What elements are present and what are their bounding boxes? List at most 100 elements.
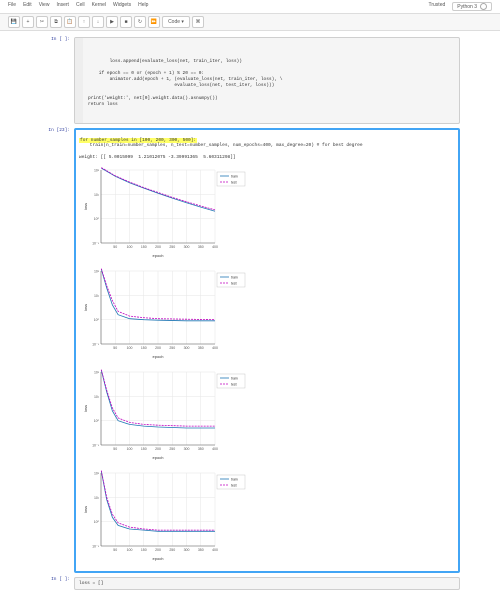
svg-text:350: 350 — [198, 447, 204, 451]
output-charts: 50 100 150 200 250 300 350 400 10⁻¹ 10⁰ 10¹ 10² epo… — [79, 164, 455, 562]
svg-text:200: 200 — [155, 245, 161, 249]
code-line: train(n_train=number_samples, n_test=num… — [79, 143, 363, 148]
code-input[interactable]: for number_samples in [100, 200, 300, 50… — [79, 133, 455, 153]
svg-text:10⁰: 10⁰ — [94, 419, 100, 423]
svg-text:epoch: epoch — [153, 556, 164, 561]
svg-text:train: train — [231, 477, 238, 481]
paste-button[interactable]: 📋 — [64, 16, 76, 28]
input-prompt: In [ ]: — [40, 577, 74, 590]
svg-text:350: 350 — [198, 245, 204, 249]
svg-text:150: 150 — [141, 346, 147, 350]
svg-text:10¹: 10¹ — [94, 294, 100, 298]
code-cell-running: In [23]: for number_samples in [100, 200… — [40, 128, 460, 573]
svg-text:10²: 10² — [94, 168, 100, 172]
kernel-name[interactable]: Python 3 — [452, 2, 492, 11]
cut-button[interactable]: ✂ — [36, 16, 48, 28]
code-input[interactable]: loss = [] — [74, 577, 460, 590]
svg-text:10⁻¹: 10⁻¹ — [92, 544, 100, 548]
kernel-status-icon — [480, 3, 487, 10]
svg-text:10⁻¹: 10⁻¹ — [92, 443, 100, 447]
toolbar: 💾 + ✂ ⧉ 📋 ↑ ↓ ▶ ■ ↻ ⏩ Code ▾ ⌘ — [0, 14, 500, 31]
svg-text:epoch: epoch — [153, 455, 164, 460]
svg-text:train: train — [231, 174, 238, 178]
loss-chart-2: 5010015020025030035040010⁻¹10⁰10¹10² epo… — [79, 265, 249, 360]
trusted-indicator: Trusted — [428, 2, 445, 11]
move-down-button[interactable]: ↓ — [92, 16, 104, 28]
code-cell: In [ ]: loss = [] — [40, 577, 460, 590]
svg-text:300: 300 — [184, 346, 190, 350]
svg-text:200: 200 — [155, 447, 161, 451]
svg-text:250: 250 — [169, 245, 175, 249]
menu-edit[interactable]: Edit — [23, 2, 32, 11]
svg-text:loss: loss — [83, 405, 88, 412]
stop-button[interactable]: ■ — [120, 16, 132, 28]
svg-text:epoch: epoch — [153, 253, 164, 258]
svg-text:300: 300 — [184, 447, 190, 451]
menu-widgets[interactable]: Widgets — [113, 2, 131, 11]
loss-chart-1: 5010015020025030035040010⁻¹10⁰10¹10² epo… — [79, 164, 249, 259]
menu-file[interactable]: File — [8, 2, 16, 11]
svg-text:10²: 10² — [94, 370, 100, 374]
svg-text:loss: loss — [83, 203, 88, 210]
menu-help[interactable]: Help — [138, 2, 148, 11]
svg-text:350: 350 — [198, 548, 204, 552]
svg-text:epoch: epoch — [153, 354, 164, 359]
restart-run-all-button[interactable]: ⏩ — [148, 16, 160, 28]
svg-text:test: test — [231, 382, 237, 386]
menu-kernel[interactable]: Kernel — [92, 2, 106, 11]
svg-text:150: 150 — [141, 548, 147, 552]
save-button[interactable]: 💾 — [8, 16, 20, 28]
svg-text:350: 350 — [198, 346, 204, 350]
svg-text:100: 100 — [127, 447, 133, 451]
svg-text:10⁰: 10⁰ — [94, 520, 100, 524]
cell-type-select[interactable]: Code ▾ — [162, 16, 190, 28]
svg-text:10⁰: 10⁰ — [94, 318, 100, 322]
move-up-button[interactable]: ↑ — [78, 16, 90, 28]
restart-button[interactable]: ↻ — [134, 16, 146, 28]
svg-text:300: 300 — [184, 245, 190, 249]
loss-chart-4: 5010015020025030035040010⁻¹10⁰10¹10² epo… — [79, 467, 249, 562]
svg-text:10²: 10² — [94, 269, 100, 273]
svg-text:400: 400 — [212, 548, 218, 552]
copy-button[interactable]: ⧉ — [50, 16, 62, 28]
svg-text:100: 100 — [127, 245, 133, 249]
menu-bar: File Edit View Insert Cell Kernel Widget… — [0, 0, 500, 14]
svg-text:10⁰: 10⁰ — [94, 217, 100, 221]
svg-text:test: test — [231, 180, 237, 184]
svg-text:400: 400 — [212, 447, 218, 451]
svg-text:400: 400 — [212, 245, 218, 249]
running-cell-body: for number_samples in [100, 200, 300, 50… — [74, 128, 460, 573]
add-cell-button[interactable]: + — [22, 16, 34, 28]
svg-text:150: 150 — [141, 447, 147, 451]
code-input[interactable]: loss.append(evaluate_loss(net, train_ite… — [74, 37, 460, 124]
svg-text:10⁻¹: 10⁻¹ — [92, 342, 100, 346]
svg-text:250: 250 — [169, 346, 175, 350]
svg-text:50: 50 — [113, 548, 117, 552]
svg-text:150: 150 — [141, 245, 147, 249]
svg-text:400: 400 — [212, 346, 218, 350]
code-text: loss.append(evaluate_loss(net, train_ite… — [88, 59, 455, 108]
svg-text:50: 50 — [113, 447, 117, 451]
code-cell: In [ ]: loss.append(evaluate_loss(net, t… — [40, 37, 460, 124]
svg-text:test: test — [231, 483, 237, 487]
svg-text:200: 200 — [155, 346, 161, 350]
svg-text:train: train — [231, 275, 238, 279]
svg-text:loss: loss — [83, 304, 88, 311]
menu-cell[interactable]: Cell — [76, 2, 85, 11]
svg-text:300: 300 — [184, 548, 190, 552]
command-palette-button[interactable]: ⌘ — [192, 16, 204, 28]
svg-text:10¹: 10¹ — [94, 496, 100, 500]
menu-insert[interactable]: Insert — [56, 2, 69, 11]
svg-text:loss: loss — [83, 506, 88, 513]
svg-text:10¹: 10¹ — [94, 193, 100, 197]
input-prompt: In [ ]: — [40, 37, 74, 124]
svg-text:10⁻¹: 10⁻¹ — [92, 241, 100, 245]
svg-text:100: 100 — [127, 548, 133, 552]
svg-text:10²: 10² — [94, 471, 100, 475]
run-button[interactable]: ▶ — [106, 16, 118, 28]
svg-text:200: 200 — [155, 548, 161, 552]
svg-text:10¹: 10¹ — [94, 395, 100, 399]
svg-text:250: 250 — [169, 447, 175, 451]
menu-view[interactable]: View — [39, 2, 50, 11]
input-prompt: In [23]: — [40, 128, 74, 573]
